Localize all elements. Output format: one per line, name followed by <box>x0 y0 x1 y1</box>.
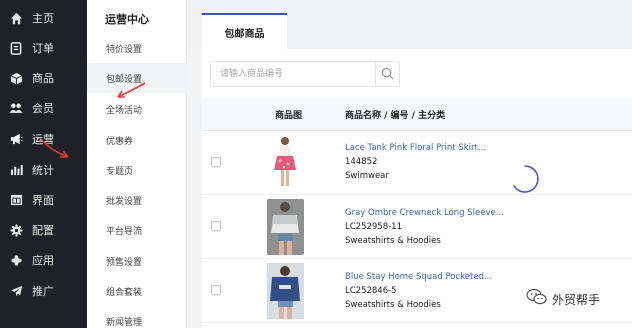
product-category: Sweatshirts & Hoodies <box>345 300 441 310</box>
main-panel: 包邮商品 商品图 商品名称 / 编号 / 主分类 <box>188 0 632 328</box>
layout-icon <box>9 193 23 207</box>
order-icon <box>9 41 23 55</box>
nav-item-label: 界面 <box>32 194 54 207</box>
table-row: Lace Tank Pink Floral Print Skirt... 144… <box>202 131 632 195</box>
subnav-item-topic-page[interactable]: 专题页 <box>87 155 187 185</box>
search-icon <box>381 65 394 84</box>
subnav-item-wholesale[interactable]: 批发设置 <box>87 185 187 215</box>
table-header: 商品图 商品名称 / 编号 / 主分类 <box>202 98 632 131</box>
product-name-link[interactable]: Lace Tank Pink Floral Print Skirt... <box>345 143 486 153</box>
subnav-title: 运营中心 <box>105 13 149 26</box>
product-name-link[interactable]: Blue Stay Home Squad Pocketed... <box>345 272 492 282</box>
home-icon <box>9 11 23 25</box>
subnav-item-special-price[interactable]: 特价设置 <box>87 33 187 63</box>
subnav-item-coupons[interactable]: 优惠券 <box>87 125 187 155</box>
subnav-item-bundles[interactable]: 组合套装 <box>87 276 187 306</box>
row-checkbox[interactable] <box>211 221 221 231</box>
nav-item-label: 商品 <box>32 72 54 85</box>
content-card: 商品图 商品名称 / 编号 / 主分类 Lace Tank Pink Flora… <box>202 49 632 328</box>
subnav-item-traffic[interactable]: 平台导流 <box>87 215 187 245</box>
product-code: LC252846-5 <box>345 286 397 296</box>
row-checkbox[interactable] <box>211 285 221 295</box>
product-category: Sweatshirts & Hoodies <box>345 236 441 246</box>
gear-icon <box>9 223 23 237</box>
bar-chart-icon <box>9 163 23 177</box>
nav-item-label: 运营 <box>32 133 54 146</box>
loading-spinner-icon <box>510 164 540 194</box>
nav-item-label: 主页 <box>32 12 54 25</box>
nav-item-interface[interactable]: 界面 <box>0 185 87 215</box>
column-header-info: 商品名称 / 编号 / 主分类 <box>345 111 446 121</box>
nav-item-label: 配置 <box>32 224 54 237</box>
search-box <box>210 61 400 87</box>
product-image[interactable] <box>267 199 304 255</box>
nav-item-statistics[interactable]: 统计 <box>0 155 87 185</box>
nav-item-label: 订单 <box>32 42 54 55</box>
members-icon <box>9 101 23 115</box>
nav-item-home[interactable]: 主页 <box>0 3 87 33</box>
subnav-item-presale[interactable]: 预售设置 <box>87 246 187 276</box>
product-image[interactable] <box>267 263 304 319</box>
row-checkbox[interactable] <box>211 157 221 167</box>
nav-item-members[interactable]: 会员 <box>0 93 87 123</box>
wechat-icon <box>526 288 548 310</box>
apps-icon <box>9 253 23 267</box>
app-window: 主页 订单 商品 会员 运营 统计 界面 配置 应用 推广 运营中心 特价设置 … <box>0 0 632 328</box>
watermark-text: 外贸帮手 <box>552 292 601 307</box>
subnav-item-free-shipping[interactable]: 包邮设置 <box>87 63 187 93</box>
product-code: LC252958-11 <box>345 222 403 232</box>
nav-item-promotion[interactable]: 推广 <box>0 276 87 306</box>
product-category: Swimwear <box>345 171 389 181</box>
nav-item-operations[interactable]: 运营 <box>0 124 87 154</box>
product-name-link[interactable]: Gray Ombre Crewneck Long Sleeve... <box>345 208 504 218</box>
column-header-image: 商品图 <box>275 111 303 121</box>
nav-item-label: 应用 <box>32 254 54 267</box>
tab-free-shipping-products[interactable]: 包邮商品 <box>202 13 287 49</box>
sub-nav: 运营中心 特价设置 包邮设置 全场活动 优惠券 专题页 批发设置 平台导流 预售… <box>87 0 187 328</box>
megaphone-icon <box>9 132 23 146</box>
nav-item-apps[interactable]: 应用 <box>0 245 87 275</box>
subnav-item-store-activity[interactable]: 全场活动 <box>87 94 187 124</box>
product-code: 144852 <box>345 157 378 167</box>
nav-item-label: 统计 <box>32 164 54 177</box>
nav-item-label: 推广 <box>32 285 54 298</box>
search-input[interactable] <box>220 63 370 85</box>
send-icon <box>9 284 23 298</box>
box-icon <box>9 71 23 85</box>
table-row: Gray Ombre Crewneck Long Sleeve... LC252… <box>202 195 632 259</box>
nav-item-orders[interactable]: 订单 <box>0 33 87 63</box>
tab-bar: 包邮商品 <box>188 0 632 49</box>
search-button[interactable] <box>375 62 399 86</box>
main-nav: 主页 订单 商品 会员 运营 统计 界面 配置 应用 推广 <box>0 0 87 328</box>
watermark: 外贸帮手 <box>526 288 600 310</box>
nav-item-label: 会员 <box>32 102 54 115</box>
subnav-item-news[interactable]: 新闻管理 <box>87 306 187 328</box>
nav-item-products[interactable]: 商品 <box>0 63 87 93</box>
product-image[interactable] <box>267 134 304 190</box>
nav-item-settings[interactable]: 配置 <box>0 215 87 245</box>
